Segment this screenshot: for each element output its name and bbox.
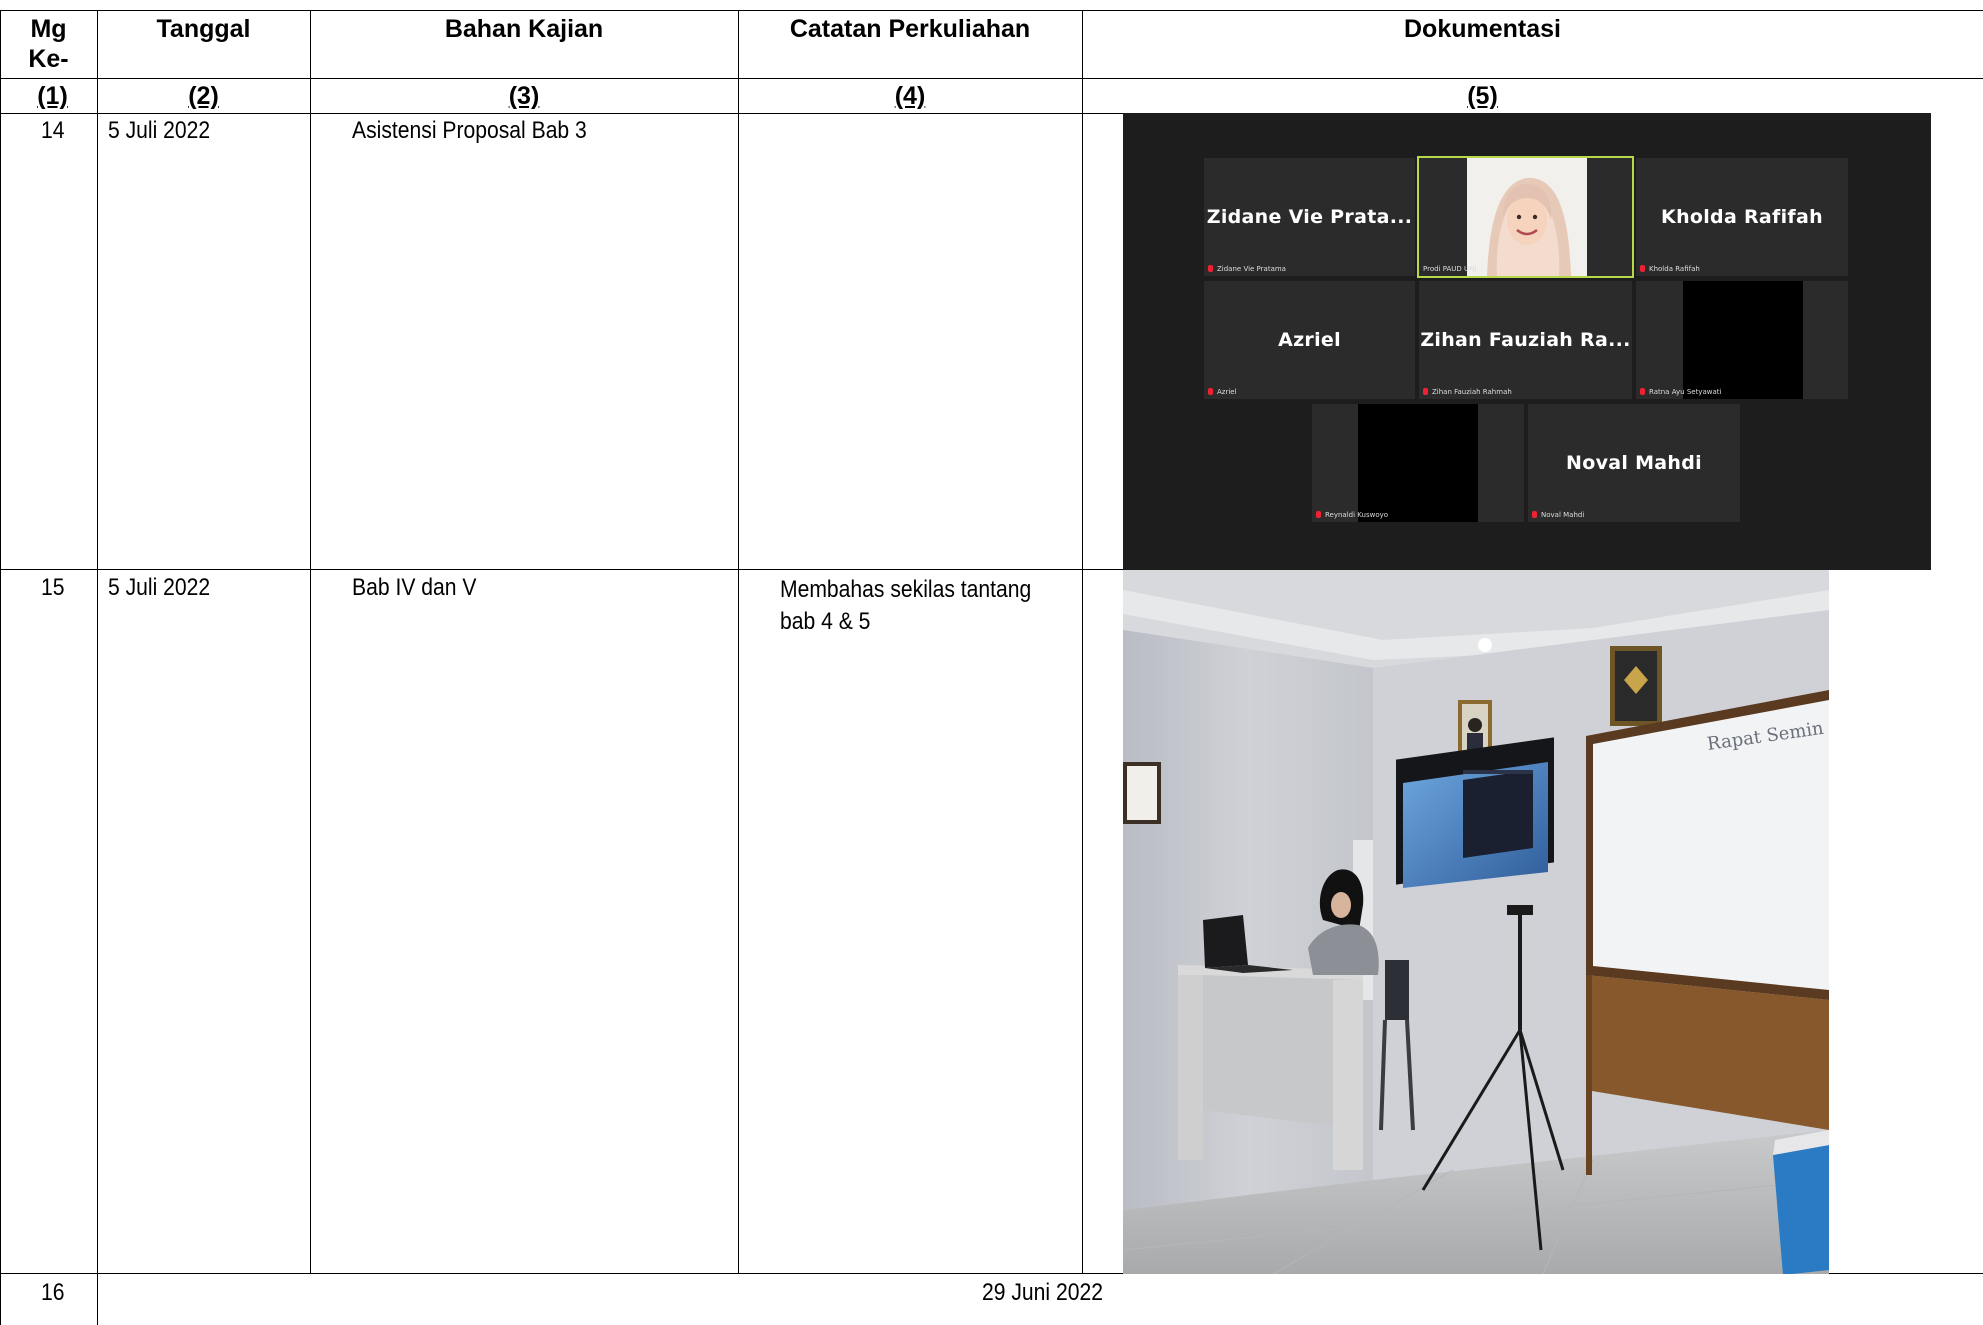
participant-small-name: Ratna Ayu Setyawati	[1649, 388, 1722, 396]
row14-date: 5 Juli 2022	[108, 117, 211, 144]
zoom-tile: Noval Mahdi Noval Mahdi	[1528, 404, 1740, 522]
participant-name: Azriel	[1278, 329, 1341, 351]
numbering-4: (4)	[894, 82, 926, 110]
participant-video	[1467, 158, 1587, 276]
participant-small-name: Zidane Vie Pratama	[1217, 265, 1286, 273]
participant-label: Prodi PAUD UNJ	[1423, 265, 1476, 273]
row15-date: 5 Juli 2022	[108, 574, 211, 601]
participant-label: Noval Mahdi	[1532, 511, 1584, 519]
participant-small-name: Reynaldi Kuswoyo	[1325, 511, 1389, 519]
header-week: Mg Ke-	[0, 14, 97, 74]
grid-line-header-bottom	[0, 78, 1983, 79]
header-material: Bahan Kajian	[444, 15, 604, 43]
grid-line-top	[0, 10, 1983, 11]
participant-small-name: Prodi PAUD UNJ	[1423, 265, 1477, 273]
camera-off-video	[1358, 404, 1478, 522]
grid-line-row14-bottom	[0, 569, 1123, 570]
participant-small-name: Azriel	[1217, 388, 1237, 396]
participant-name: Kholda Rafifah	[1661, 206, 1823, 228]
camera-off-video	[1683, 281, 1803, 399]
muted-mic-icon	[1423, 388, 1428, 395]
zoom-tile: Reynaldi Kuswoyo	[1312, 404, 1524, 522]
muted-mic-icon	[1208, 388, 1213, 395]
header-week-label: Mg Ke-	[28, 15, 69, 73]
zoom-tile: Zidane Vie Prata... Zidane Vie Pratama	[1204, 158, 1415, 276]
classroom-photo: Rapat Semin	[1123, 570, 1829, 1274]
participant-name: Zidane Vie Prata...	[1206, 206, 1413, 228]
participant-label: Zidane Vie Pratama	[1208, 265, 1286, 273]
numbering-1: (1)	[37, 82, 68, 110]
grid-line-left	[0, 10, 1, 1325]
header-documentation: Dokumentasi	[1404, 15, 1561, 43]
zoom-tile: Kholda Rafifah Kholda Rafifah	[1636, 158, 1848, 276]
row15-notes-line1: Membahas sekilas tantang	[780, 576, 1032, 603]
muted-mic-icon	[1316, 511, 1321, 518]
muted-mic-icon	[1208, 265, 1213, 272]
zoom-meeting-screenshot: Zidane Vie Prata... Zidane Vie Pratama P…	[1123, 113, 1931, 570]
zoom-tile: Ratna Ayu Setyawati	[1636, 281, 1848, 399]
muted-mic-icon	[1532, 511, 1537, 518]
participant-name: Zihan Fauziah Ra...	[1420, 329, 1631, 351]
participant-small-name: Noval Mahdi	[1541, 511, 1585, 519]
participant-name: Noval Mahdi	[1566, 452, 1702, 474]
zoom-tile-active-speaker: Prodi PAUD UNJ	[1417, 156, 1634, 278]
header-notes: Catatan Perkuliahan	[789, 15, 1031, 43]
participant-label: Zihan Fauziah Rahmah	[1423, 388, 1512, 396]
grid-line-col3	[738, 10, 739, 1273]
muted-mic-icon	[1640, 265, 1645, 272]
muted-mic-icon	[1640, 388, 1645, 395]
participant-small-name: Kholda Rafifah	[1649, 265, 1700, 273]
participant-label: Azriel	[1208, 388, 1237, 396]
classroom-photo-drawing: Rapat Semin	[1123, 570, 1829, 1274]
row15-week: 15	[41, 574, 65, 601]
row16-date: 29 Juni 2022	[982, 1279, 1103, 1306]
row14-material: Asistensi Proposal Bab 3	[352, 117, 587, 144]
participant-label: Kholda Rafifah	[1640, 265, 1700, 273]
row15-notes-line2: bab 4 & 5	[780, 608, 871, 635]
grid-line-col2	[310, 10, 311, 1273]
numbering-5: (5)	[1467, 82, 1498, 110]
grid-line-col4	[1082, 10, 1083, 1273]
row16-week: 16	[41, 1279, 65, 1306]
participant-label: Reynaldi Kuswoyo	[1316, 511, 1388, 519]
participant-small-name: Zihan Fauziah Rahmah	[1432, 388, 1512, 396]
numbering-3: (3)	[508, 82, 540, 110]
row15-material: Bab IV dan V	[352, 574, 477, 601]
zoom-tile: Azriel Azriel	[1204, 281, 1415, 399]
header-date: Tanggal	[156, 15, 251, 43]
grid-line-numbering-bottom	[0, 113, 1123, 114]
participant-label: Ratna Ayu Setyawati	[1640, 388, 1721, 396]
numbering-2: (2)	[188, 82, 219, 110]
zoom-tile: Zihan Fauziah Ra... Zihan Fauziah Rahmah	[1419, 281, 1632, 399]
row14-week: 14	[41, 117, 65, 144]
grid-line-col1	[97, 10, 98, 1325]
